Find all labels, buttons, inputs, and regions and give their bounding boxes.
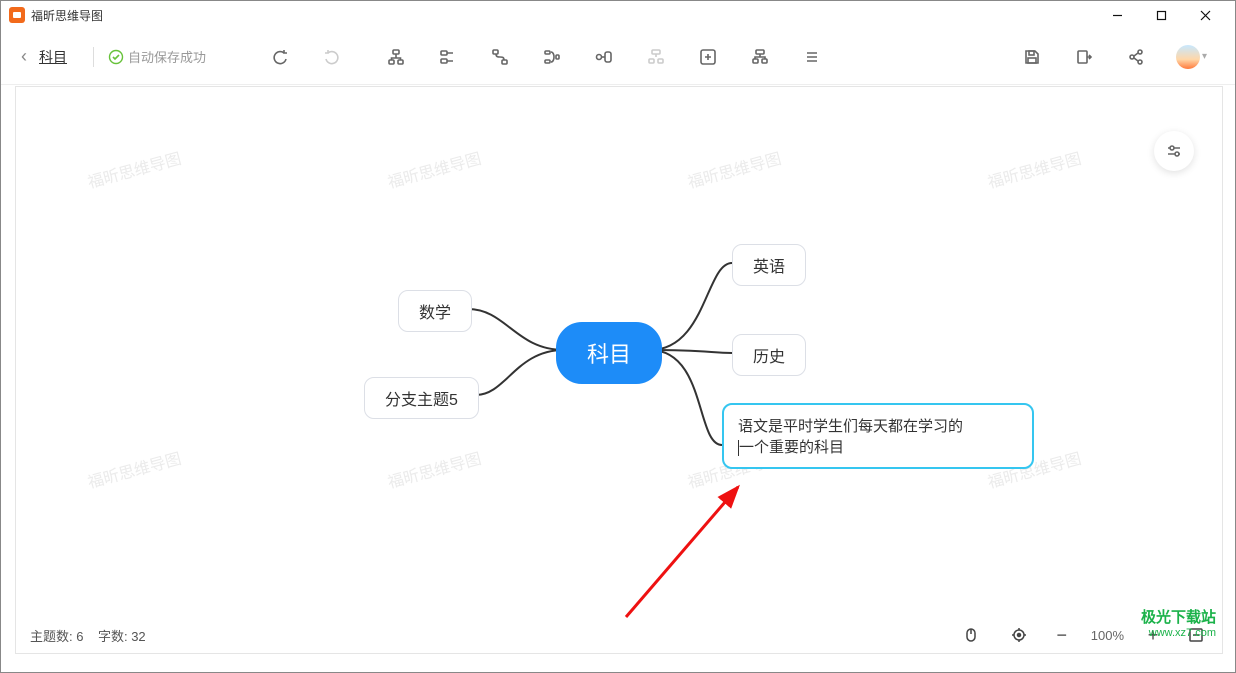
- editing-text: 语文是平时学生们每天都在学习的一个重要的科目: [738, 418, 963, 456]
- site-url: www.xz7.com: [1141, 627, 1216, 639]
- window-minimize-button[interactable]: [1095, 1, 1139, 29]
- window-close-button[interactable]: [1183, 1, 1227, 29]
- app-icon: [9, 7, 25, 23]
- breadcrumb-label: 科目: [39, 47, 67, 67]
- window-maximize-button[interactable]: [1139, 1, 1183, 29]
- callout-button[interactable]: [642, 43, 670, 71]
- topics-value: 6: [76, 629, 83, 644]
- main-toolbar: ‹ 科目 自动保存成功 ▾: [1, 29, 1235, 85]
- user-avatar[interactable]: ▾: [1168, 45, 1207, 69]
- export-button[interactable]: [1070, 43, 1098, 71]
- add-sibling-topic-button[interactable]: [434, 43, 462, 71]
- zoom-out-button[interactable]: −: [1053, 625, 1071, 646]
- avatar-image: [1176, 45, 1200, 69]
- node-label: 英语: [753, 259, 785, 276]
- words-label: 字数:: [98, 629, 128, 644]
- breadcrumb[interactable]: ‹ 科目: [9, 46, 79, 67]
- sliders-icon: [1165, 142, 1183, 160]
- topic-node-editing[interactable]: 语文是平时学生们每天都在学习的一个重要的科目: [722, 403, 1034, 469]
- watermark: 福昕思维导图: [385, 445, 484, 493]
- topic-node-left-1[interactable]: 分支主题5: [364, 377, 479, 419]
- chevron-down-icon: ▾: [1202, 51, 1207, 62]
- root-node[interactable]: 科目: [556, 322, 662, 384]
- share-button[interactable]: [1122, 43, 1150, 71]
- node-label: 数学: [419, 305, 451, 322]
- watermark: 福昕思维导图: [985, 145, 1084, 193]
- watermark: 福昕思维导图: [85, 145, 184, 193]
- add-child-topic-button[interactable]: [382, 43, 410, 71]
- divider: [93, 47, 94, 67]
- canvas-options-button[interactable]: [1154, 131, 1194, 171]
- watermark: 福昕思维导图: [385, 145, 484, 193]
- node-label: 历史: [753, 349, 785, 366]
- insert-button[interactable]: [694, 43, 722, 71]
- site-name: 极光下载站: [1141, 606, 1216, 627]
- node-label: 分支主题5: [385, 392, 458, 409]
- autosave-label: 自动保存成功: [128, 47, 206, 66]
- summary-button[interactable]: [538, 43, 566, 71]
- format-button[interactable]: [746, 43, 774, 71]
- watermark: 福昕思维导图: [685, 145, 784, 193]
- locate-root-button[interactable]: [1005, 621, 1033, 649]
- zoom-label: 100%: [1091, 628, 1124, 643]
- topics-label: 主题数:: [30, 629, 73, 644]
- topic-node-right-1[interactable]: 历史: [732, 334, 806, 376]
- topic-node-right-0[interactable]: 英语: [732, 244, 806, 286]
- outline-button[interactable]: [798, 43, 826, 71]
- boundary-button[interactable]: [590, 43, 618, 71]
- site-watermark: 极光下载站 www.xz7.com: [1141, 606, 1216, 639]
- redo-button[interactable]: [318, 43, 346, 71]
- check-circle-icon: [108, 49, 124, 65]
- words-value: 32: [131, 629, 145, 644]
- mindmap-canvas[interactable]: 福昕思维导图 福昕思维导图 福昕思维导图 福昕思维导图 福昕思维导图 福昕思维导…: [15, 86, 1223, 654]
- relationship-line-button[interactable]: [486, 43, 514, 71]
- mouse-mode-button[interactable]: [957, 621, 985, 649]
- undo-button[interactable]: [266, 43, 294, 71]
- app-title: 福昕思维导图: [31, 7, 103, 24]
- window-titlebar: 福昕思维导图: [1, 1, 1235, 29]
- topic-node-left-0[interactable]: 数学: [398, 290, 472, 332]
- save-button[interactable]: [1018, 43, 1046, 71]
- node-label: 科目: [587, 342, 631, 367]
- chevron-left-icon: ‹: [21, 46, 27, 67]
- autosave-status: 自动保存成功: [108, 47, 206, 66]
- status-left: 主题数: 6 字数: 32: [26, 624, 150, 647]
- watermark: 福昕思维导图: [85, 445, 184, 493]
